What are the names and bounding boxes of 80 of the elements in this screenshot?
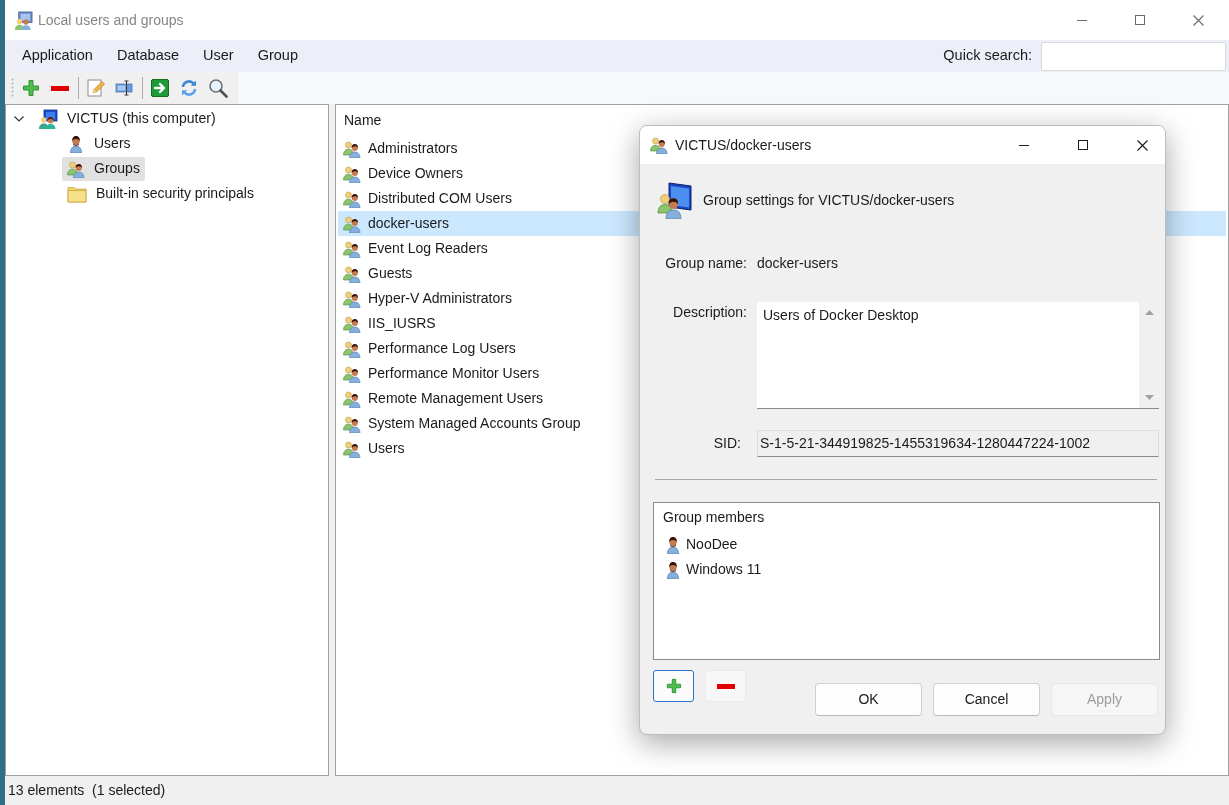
minus-icon [716,683,735,689]
search-icon[interactable] [208,78,228,98]
people-icon [343,264,361,283]
tree-item[interactable]: Built-in security principals [62,181,259,206]
monitor-people-icon [657,181,693,219]
status-text: 13 elements (1 selected) [8,781,166,800]
people-icon [343,139,361,158]
app-icon [14,10,33,30]
dialog-title: VICTUS/docker-users [675,135,812,155]
people-icon [343,439,361,458]
list-row[interactable]: Distributed COM Users [338,186,634,211]
list-row[interactable]: Device Owners [338,161,634,186]
maximize-icon [1078,140,1088,150]
group-name-value: docker-users [757,253,838,273]
people-icon [67,159,85,178]
dialog-heading: Group settings for VICTUS/docker-users [703,190,955,210]
list-row[interactable]: IIS_IUSRS [338,311,634,336]
person-icon [67,134,85,153]
people-icon [650,136,668,154]
list-row[interactable]: Performance Log Users [338,336,634,361]
dialog-button[interactable]: Cancel [933,683,1040,716]
refresh-icon[interactable] [180,79,198,97]
folder-icon [67,184,87,203]
menu-item[interactable]: User [191,42,246,70]
list-row[interactable]: System Managed Accounts Group [338,411,634,436]
people-icon [343,364,361,383]
list-row[interactable]: Remote Management Users [338,386,634,411]
member-item[interactable]: Windows 11 [654,557,1159,582]
minus-icon[interactable] [51,85,69,91]
people-icon [343,214,361,233]
text-box-icon[interactable] [115,79,133,97]
field-label: SID: [712,434,742,453]
scroll-up-arrow-icon[interactable] [1144,310,1154,315]
dialog-button[interactable]: OK [815,683,922,716]
menu-item[interactable]: Application [10,42,105,70]
person-icon [664,560,682,579]
people-icon [343,389,361,408]
scroll-down-arrow-icon[interactable] [1144,395,1154,400]
minimize-icon [1019,144,1029,146]
field-label: Group name: [664,253,747,273]
computer-icon [38,108,58,129]
field-label: Description: [672,303,747,322]
list-row[interactable]: Event Log Readers [338,236,634,261]
list-row[interactable]: Administrators [338,136,634,161]
list-header: Group members [662,508,766,527]
minimize-icon [1077,19,1087,21]
column-header[interactable]: Name [336,105,390,136]
list-row[interactable]: Performance Monitor Users [338,361,634,386]
tree-item[interactable]: Users [62,131,136,156]
people-icon [343,189,361,208]
close-icon [1136,139,1148,151]
tree-item[interactable]: Groups [62,156,145,181]
add-member-button[interactable] [653,670,694,702]
maximize-icon [1135,15,1145,25]
sid-field: S-1-5-21-344919825-1455319634-1280447224-1002 [757,430,1159,457]
list-row[interactable]: Guests [338,261,634,286]
menu-item[interactable]: Database [104,42,191,70]
window-title: Local users and groups [38,10,184,30]
menu-item[interactable]: Group [245,42,310,70]
person-icon [664,535,682,554]
people-icon [343,414,361,433]
member-item[interactable]: NooDee [654,532,1159,557]
description-field[interactable]: Users of Docker Desktop [757,302,1159,409]
plus-icon[interactable] [22,79,40,97]
list-row[interactable]: Hyper-V Administrators [338,286,634,311]
people-icon [343,164,361,183]
people-icon [343,314,361,333]
people-icon [343,289,361,308]
tree-item[interactable]: VICTUS (this computer) [33,106,221,131]
plus-icon [665,678,682,694]
pencil-page-icon[interactable] [87,79,105,97]
list-row[interactable]: Users [338,436,634,461]
people-icon [343,239,361,258]
close-icon [1192,14,1204,26]
people-icon [343,339,361,358]
remove-member-button[interactable] [705,670,746,702]
arrow-right-icon[interactable] [151,79,169,97]
quick-search-field[interactable] [1041,41,1226,71]
field-label: Quick search: [943,46,1032,66]
chevron-down-icon[interactable] [14,115,24,122]
